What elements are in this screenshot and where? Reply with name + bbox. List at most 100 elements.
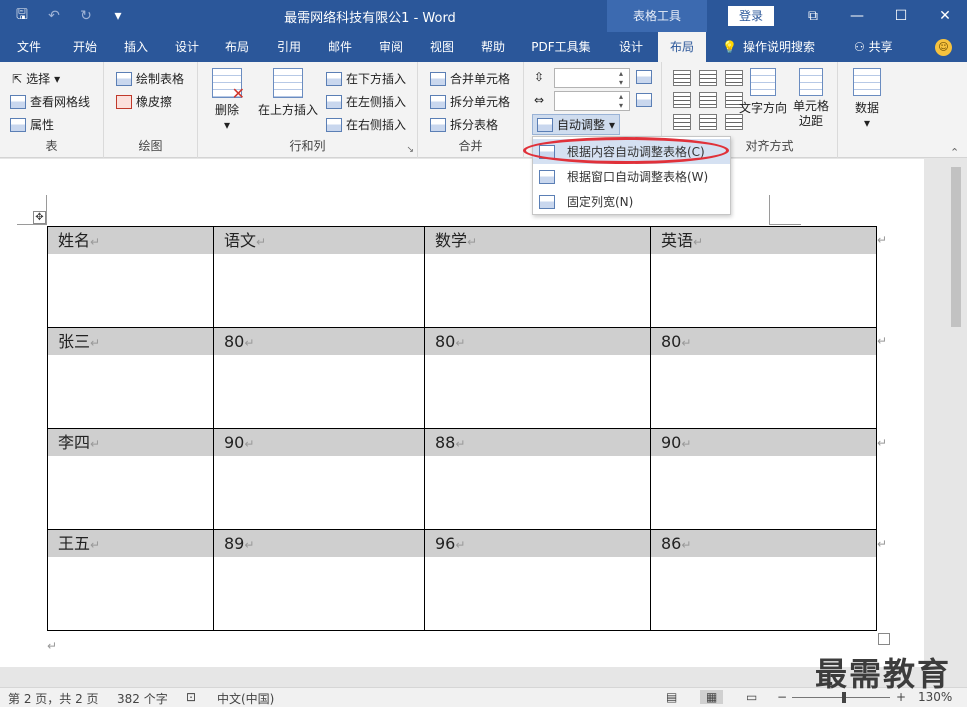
table-cell[interactable]: 80↵ (213, 327, 425, 429)
insert-left-button[interactable]: 在左侧插入 (326, 93, 406, 110)
tab-layout[interactable]: 布局 (214, 32, 260, 62)
table-cell[interactable]: 数学↵ (424, 226, 651, 328)
data-button[interactable]: 数据 ▾ (850, 68, 884, 130)
group-rows-columns: 删除▾ 在上方插入 在下方插入 在左侧插入 在右侧插入 行和列 ↘ (198, 62, 418, 158)
tell-me-search[interactable]: 💡 操作说明搜索 (722, 32, 815, 62)
title-bar: 🖫 ↶ ↻ ▾ 最需网络科技有限公1 - Word 表格工具 登录 ⧉ — ☐ … (0, 0, 967, 32)
table-cell[interactable]: 李四↵ (47, 428, 214, 530)
table-cell[interactable]: 语文↵ (213, 226, 425, 328)
table-cell[interactable]: 96↵ (424, 529, 651, 631)
collapse-ribbon-icon[interactable]: ⌃ (950, 146, 959, 159)
table-row: 王五↵ 89↵ 96↵ 86↵ (47, 529, 877, 631)
zoom-out-button[interactable]: − (777, 690, 787, 704)
table-cell[interactable]: 80↵ (650, 327, 877, 429)
tab-mailings[interactable]: 邮件 (317, 32, 363, 62)
menu-item-autofit-contents[interactable]: 根据内容自动调整表格(C) (533, 139, 730, 164)
web-layout-icon[interactable]: ▭ (746, 690, 757, 704)
document-page[interactable]: ✥ 姓名↵ 语文↵ 数学↵ 英语↵ 张三↵ 80↵ 80↵ 80↵ 李四↵ 90… (0, 159, 924, 667)
text-direction-button[interactable]: 文字方向 (738, 68, 788, 116)
column-width-input[interactable] (554, 91, 630, 111)
table-move-handle-icon[interactable]: ✥ (33, 211, 46, 224)
table-cell[interactable]: 张三↵ (47, 327, 214, 429)
table-tools-label: 表格工具 (607, 0, 707, 32)
align-top-center-icon[interactable] (699, 70, 717, 86)
distribute-columns-icon[interactable] (636, 93, 652, 107)
watermark-logo: 最需教育 (815, 655, 952, 693)
read-mode-icon[interactable]: ▤ (666, 690, 677, 704)
draw-table-button[interactable]: 绘制表格 (116, 70, 184, 87)
insert-right-button[interactable]: 在右侧插入 (326, 116, 406, 133)
align-bottom-center-icon[interactable] (699, 114, 717, 130)
properties-button[interactable]: 属性 (10, 116, 54, 133)
table-cell[interactable]: 90↵ (213, 428, 425, 530)
zoom-slider-track[interactable] (792, 697, 890, 698)
table-cell[interactable]: 王五↵ (47, 529, 214, 631)
vertical-scrollbar[interactable] (924, 159, 967, 687)
ribbon: ⇱选择▾ 查看网格线 属性 表 绘制表格 橡皮擦 绘图 删除▾ 在上方插入 在下… (0, 62, 967, 159)
delete-button[interactable]: 删除▾ (208, 68, 246, 132)
merge-cells-button[interactable]: 合并单元格 (430, 70, 510, 87)
table-cell[interactable]: 姓名↵ (47, 226, 214, 328)
maximize-button[interactable]: ☐ (879, 0, 923, 32)
tab-design[interactable]: 设计 (164, 32, 210, 62)
tab-table-layout[interactable]: 布局 (658, 32, 706, 62)
eraser-button[interactable]: 橡皮擦 (116, 93, 172, 110)
table-cell[interactable]: 英语↵ (650, 226, 877, 328)
menu-item-autofit-window[interactable]: 根据窗口自动调整表格(W) (533, 164, 730, 189)
page-count[interactable]: 第 2 页，共 2 页 (8, 690, 99, 707)
split-cells-button[interactable]: 拆分单元格 (430, 93, 510, 110)
table-cell[interactable]: 86↵ (650, 529, 877, 631)
tab-view[interactable]: 视图 (419, 32, 465, 62)
select-button[interactable]: ⇱ 选择 ▾ (12, 70, 60, 87)
table-cell[interactable]: 90↵ (650, 428, 877, 530)
tab-review[interactable]: 审阅 (368, 32, 414, 62)
close-button[interactable]: ✕ (923, 0, 967, 32)
insert-below-button[interactable]: 在下方插入 (326, 70, 406, 87)
align-middle-center-icon[interactable] (699, 92, 717, 108)
tab-pdf-tools[interactable]: PDF工具集 (524, 32, 598, 62)
group-data: 数据 ▾ (838, 62, 898, 158)
language-indicator[interactable]: 中文(中国) (217, 690, 274, 707)
dialog-launcher-icon[interactable]: ↘ (406, 145, 414, 155)
paragraph-mark: ↵ (47, 639, 58, 653)
properties-icon (10, 117, 26, 132)
tab-help[interactable]: 帮助 (470, 32, 516, 62)
delete-table-icon (212, 68, 245, 103)
minimize-button[interactable]: — (835, 0, 879, 32)
split-table-button[interactable]: 拆分表格 (430, 116, 498, 133)
login-button[interactable]: 登录 (728, 6, 774, 26)
align-top-left-icon[interactable] (673, 70, 691, 86)
print-layout-icon[interactable]: ▦ (700, 690, 724, 704)
tab-references[interactable]: 引用 (266, 32, 312, 62)
group-label-table: 表 (45, 139, 58, 153)
tab-insert[interactable]: 插入 (114, 32, 158, 62)
table-cell[interactable]: 88↵ (424, 428, 651, 530)
menu-item-fixed-column-width[interactable]: 固定列宽(N) (533, 189, 730, 214)
align-bottom-left-icon[interactable] (673, 114, 691, 130)
cell-margins-button[interactable]: 单元格 边距 (790, 68, 832, 129)
share-button[interactable]: ⚇ 共享 (854, 32, 893, 62)
tab-table-design[interactable]: 设计 (607, 32, 655, 62)
align-bottom-right-icon[interactable] (725, 114, 743, 130)
tab-file[interactable]: 文件 (6, 32, 52, 62)
autofit-menu: 根据内容自动调整表格(C) 根据窗口自动调整表格(W) 固定列宽(N) (532, 136, 731, 215)
text-direction-icon (750, 68, 776, 96)
scrollbar-thumb[interactable] (951, 167, 961, 327)
table-resize-handle[interactable] (878, 633, 890, 645)
ribbon-display-icon[interactable]: ⧉ (791, 0, 835, 32)
row-height-input[interactable] (554, 68, 630, 88)
chevron-down-icon: ▾ (54, 71, 61, 86)
feedback-smiley-icon[interactable]: ☺ (935, 39, 952, 56)
tell-me-label: 操作说明搜索 (742, 40, 815, 54)
view-gridlines-button[interactable]: 查看网格线 (10, 93, 90, 110)
tab-home[interactable]: 开始 (62, 32, 108, 62)
insert-left-icon (326, 94, 342, 109)
distribute-rows-icon[interactable] (636, 70, 652, 84)
align-middle-left-icon[interactable] (673, 92, 691, 108)
table-cell[interactable]: 89↵ (213, 529, 425, 631)
proofing-icon[interactable]: ⊡ (186, 690, 196, 704)
autofit-button[interactable]: 自动调整 ▾ (532, 114, 621, 135)
insert-above-button[interactable]: 在上方插入 (256, 68, 320, 118)
table-cell[interactable]: 80↵ (424, 327, 651, 429)
word-count[interactable]: 382 个字 (117, 690, 168, 707)
